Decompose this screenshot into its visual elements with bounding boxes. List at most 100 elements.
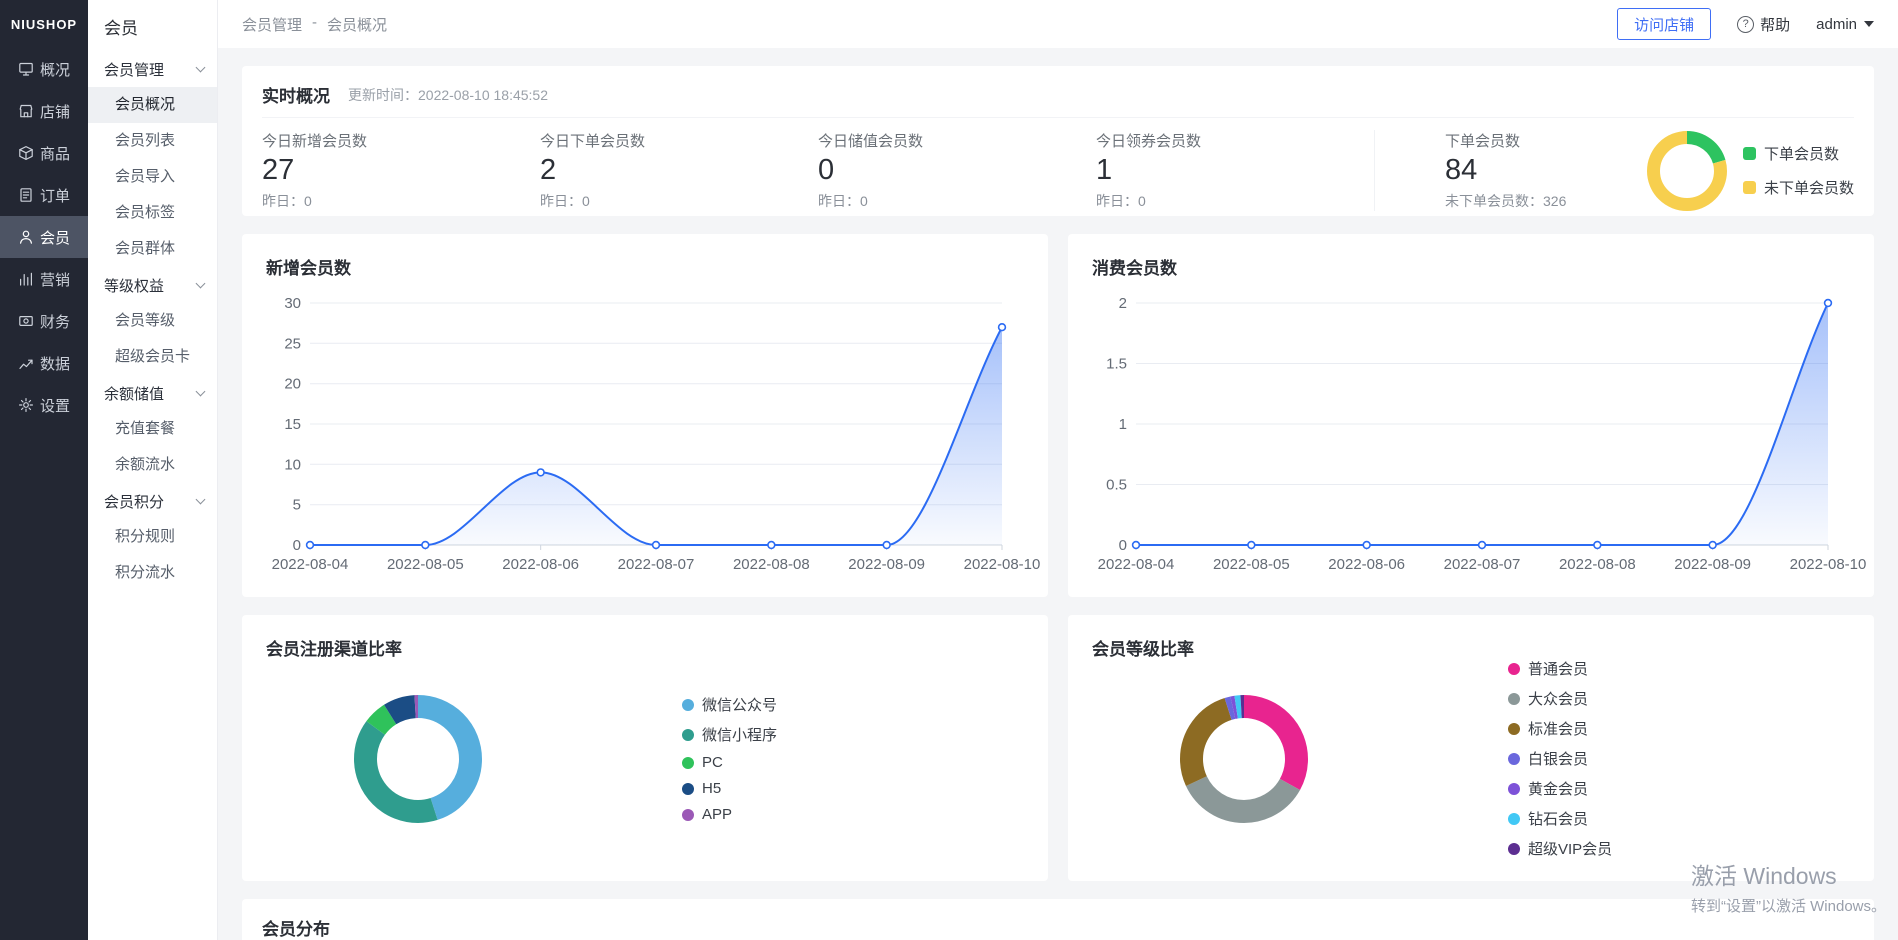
app-logo: NIUSHOP xyxy=(0,0,88,48)
legend-item[interactable]: 黄金会员 xyxy=(1508,778,1612,799)
member-level-legend: 普通会员大众会员标准会员白银会员黄金会员钻石会员超级VIP会员 xyxy=(1508,658,1612,859)
sidebar-item-goods[interactable]: 商品 xyxy=(0,132,88,174)
member-distribution-card: 会员分布 xyxy=(242,899,1874,940)
legend-label: H5 xyxy=(702,780,721,797)
legend-item[interactable]: 微信公众号 xyxy=(682,694,777,715)
submenu-item[interactable]: 超级会员卡 xyxy=(88,339,217,375)
submenu-group-label: 余额储值 xyxy=(104,383,197,404)
legend-item[interactable]: 下单会员数 xyxy=(1743,143,1854,164)
sidebar-item-shop[interactable]: 店铺 xyxy=(0,90,88,132)
order-donut-legend: 下单会员数未下单会员数 xyxy=(1743,143,1854,198)
svg-text:2022-08-06: 2022-08-06 xyxy=(1328,556,1405,573)
stat-label: 下单会员数 xyxy=(1445,130,1644,151)
legend-item[interactable]: 未下单会员数 xyxy=(1743,177,1854,198)
submenu-group-member-manage[interactable]: 会员管理 xyxy=(88,51,217,87)
new-members-title: 新增会员数 xyxy=(266,254,1024,279)
legend-item[interactable]: 大众会员 xyxy=(1508,688,1612,709)
svg-text:0.5: 0.5 xyxy=(1106,477,1127,494)
legend-item[interactable]: 超级VIP会员 xyxy=(1508,838,1612,859)
submenu-item[interactable]: 会员等级 xyxy=(88,303,217,339)
svg-text:1.5: 1.5 xyxy=(1106,356,1127,373)
submenu-group-label: 会员积分 xyxy=(104,491,197,512)
breadcrumb-separator: - xyxy=(312,14,317,35)
member-distribution-title: 会员分布 xyxy=(262,915,1854,940)
submenu-group-member-points[interactable]: 会员积分 xyxy=(88,483,217,519)
svg-text:2022-08-07: 2022-08-07 xyxy=(618,556,695,573)
legend-marker xyxy=(1508,843,1520,855)
sidebar-item-label: 店铺 xyxy=(40,101,70,122)
stat-value: 0 xyxy=(818,154,1096,187)
legend-label: 白银会员 xyxy=(1528,748,1588,769)
legend-item[interactable]: H5 xyxy=(682,780,777,797)
svg-text:2022-08-05: 2022-08-05 xyxy=(1213,556,1290,573)
sidebar-item-overview[interactable]: 概况 xyxy=(0,48,88,90)
svg-text:2: 2 xyxy=(1119,295,1127,312)
legend-item[interactable]: PC xyxy=(682,754,777,771)
legend-label: 微信公众号 xyxy=(702,694,777,715)
member-level-card: 会员等级比率 普通会员大众会员标准会员白银会员黄金会员钻石会员超级VIP会员 xyxy=(1068,615,1874,881)
submenu-item[interactable]: 会员群体 xyxy=(88,231,217,267)
breadcrumb-parent[interactable]: 会员管理 xyxy=(242,14,302,35)
stat-sub: 昨日：0 xyxy=(1096,191,1374,211)
chevron-down-icon xyxy=(196,63,206,73)
legend-label: 未下单会员数 xyxy=(1764,177,1854,198)
user-menu[interactable]: admin xyxy=(1816,16,1874,33)
legend-marker xyxy=(1508,723,1520,735)
stat-sub: 昨日：0 xyxy=(540,191,818,211)
submenu-item[interactable]: 会员导入 xyxy=(88,159,217,195)
submenu-item[interactable]: 余额流水 xyxy=(88,447,217,483)
stat-sub: 昨日：0 xyxy=(262,191,540,211)
legend-item[interactable]: 普通会员 xyxy=(1508,658,1612,679)
submenu-item[interactable]: 会员列表 xyxy=(88,123,217,159)
submenu-item[interactable]: 充值套餐 xyxy=(88,411,217,447)
sidebar-item-data[interactable]: 数据 xyxy=(0,342,88,384)
submenu-item[interactable]: 会员概况 xyxy=(88,87,217,123)
consume-members-title: 消费会员数 xyxy=(1092,254,1850,279)
submenu-item[interactable]: 积分流水 xyxy=(88,555,217,591)
sidebar-item-label: 设置 xyxy=(40,395,70,416)
submenu-item[interactable]: 积分规则 xyxy=(88,519,217,555)
svg-text:2022-08-06: 2022-08-06 xyxy=(502,556,579,573)
sidebar-item-finance[interactable]: 财务 xyxy=(0,300,88,342)
svg-text:2022-08-04: 2022-08-04 xyxy=(272,556,349,573)
line-charts-row: 新增会员数 0510152025302022-08-042022-08-0520… xyxy=(242,234,1874,597)
legend-label: PC xyxy=(702,754,723,771)
question-circle-icon: ? xyxy=(1737,16,1754,33)
chevron-down-icon xyxy=(196,387,206,397)
submenu-title: 会员 xyxy=(88,0,217,51)
legend-label: 下单会员数 xyxy=(1764,143,1839,164)
stat-value: 27 xyxy=(262,154,540,187)
submenu-group-balance-stored[interactable]: 余额储值 xyxy=(88,375,217,411)
legend-marker xyxy=(1508,693,1520,705)
sidebar-item-marketing[interactable]: 营销 xyxy=(0,258,88,300)
overview-icon xyxy=(18,61,34,77)
legend-item[interactable]: 标准会员 xyxy=(1508,718,1612,739)
legend-item[interactable]: 钻石会员 xyxy=(1508,808,1612,829)
svg-text:15: 15 xyxy=(284,416,301,433)
stat-sub: 未下单会员数：326 xyxy=(1445,191,1644,211)
shop-icon xyxy=(18,103,34,119)
svg-text:20: 20 xyxy=(284,376,301,393)
sidebar-item-member[interactable]: 会员 xyxy=(0,216,88,258)
content-area: 实时概况 更新时间：2022-08-10 18:45:52 今日新增会员数27昨… xyxy=(218,48,1898,940)
svg-text:2022-08-04: 2022-08-04 xyxy=(1098,556,1175,573)
svg-text:2022-08-10: 2022-08-10 xyxy=(964,556,1041,573)
help-label: 帮助 xyxy=(1760,14,1790,35)
secondary-sidebar: 会员 会员管理会员概况会员列表会员导入会员标签会员群体等级权益会员等级超级会员卡… xyxy=(88,0,218,940)
svg-text:10: 10 xyxy=(284,456,301,473)
legend-item[interactable]: APP xyxy=(682,806,777,823)
submenu-group-level-benefit[interactable]: 等级权益 xyxy=(88,267,217,303)
register-channel-title: 会员注册渠道比率 xyxy=(266,635,1024,660)
legend-item[interactable]: 微信小程序 xyxy=(682,724,777,745)
visit-shop-button[interactable]: 访问店铺 xyxy=(1617,8,1711,40)
member-level-title: 会员等级比率 xyxy=(1092,635,1850,660)
finance-icon xyxy=(18,313,34,329)
sidebar-item-settings[interactable]: 设置 xyxy=(0,384,88,426)
stat-label: 今日储值会员数 xyxy=(818,130,1096,151)
submenu-item[interactable]: 会员标签 xyxy=(88,195,217,231)
legend-label: 黄金会员 xyxy=(1528,778,1588,799)
legend-item[interactable]: 白银会员 xyxy=(1508,748,1612,769)
help-link[interactable]: ? 帮助 xyxy=(1737,14,1790,35)
sidebar-item-orders[interactable]: 订单 xyxy=(0,174,88,216)
sidebar-item-label: 订单 xyxy=(40,185,70,206)
